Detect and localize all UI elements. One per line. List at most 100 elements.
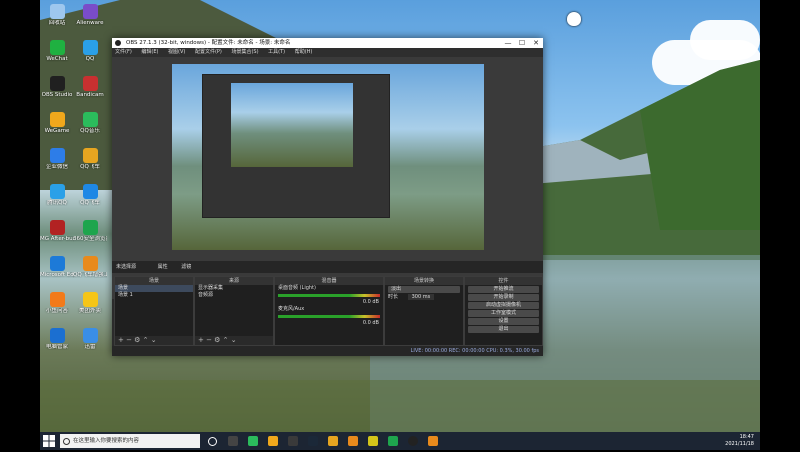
- right-black-bar: [760, 0, 800, 450]
- task-view-icon[interactable]: [228, 436, 238, 446]
- source-item[interactable]: 音频源: [195, 292, 273, 299]
- docks: 场景 场景 场景 1 + − ⚙ ⌃ ⌄ 来源 显示器采集 音频源 + − ⚙ …: [112, 276, 543, 346]
- desktop-pet-icon[interactable]: [567, 12, 581, 26]
- desktop-shortcut[interactable]: 小鱼问答: [40, 292, 74, 314]
- desktop-shortcut[interactable]: QQ飞车: [73, 184, 107, 206]
- app-icon: [82, 40, 98, 55]
- app-taskbar-icon[interactable]: [348, 436, 358, 446]
- app-taskbar-icon[interactable]: [368, 436, 378, 446]
- desktop-shortcut[interactable]: MG After-burner: [40, 220, 74, 242]
- desktop-shortcut[interactable]: Microsoft Edge: [40, 256, 74, 278]
- preview-canvas[interactable]: [172, 64, 484, 250]
- duration-label: 时长: [388, 294, 399, 300]
- sources-dock: 来源 显示器采集 音频源 + − ⚙ ⌃ ⌄: [194, 276, 274, 346]
- desktop-shortcut[interactable]: 美团外卖: [73, 292, 107, 314]
- desktop-shortcut[interactable]: WeChat: [40, 40, 74, 62]
- desktop-shortcut[interactable]: 回收站: [40, 4, 74, 26]
- wechat-taskbar-icon[interactable]: [248, 436, 258, 446]
- filters-button[interactable]: 滤镜: [181, 264, 191, 270]
- desktop-shortcut-label: QQ音乐: [80, 128, 100, 134]
- app-icon: [82, 148, 98, 163]
- clock-date: 2021/11/18: [725, 441, 754, 447]
- close-button[interactable]: ✕: [529, 38, 543, 48]
- desktop-shortcut-label: 小鱼问答: [45, 308, 68, 314]
- menu-file[interactable]: 文件(F): [115, 49, 132, 55]
- cortana-icon[interactable]: [208, 437, 217, 446]
- start-recording-button[interactable]: 开始录制: [468, 294, 539, 301]
- desktop-shortcut-label: QQ飞车增强工具: [73, 272, 107, 278]
- transition-select[interactable]: 淡出: [388, 286, 460, 293]
- app-icon: [49, 220, 65, 235]
- desktop-shortcut-label: WeGame: [44, 128, 70, 134]
- mixer-track-name: 麦克风/Aux: [278, 306, 305, 312]
- duration-field[interactable]: 300 ms: [407, 294, 435, 300]
- status-bar: LIVE: 00:00:00 REC: 00:00:00 CPU: 0.3%, …: [112, 346, 543, 356]
- desktop-shortcut[interactable]: WeGame: [40, 112, 74, 134]
- app-icon: [49, 40, 65, 55]
- desktop-shortcut-label: OBS Studio: [41, 92, 73, 98]
- windows-start-icon[interactable]: [43, 435, 55, 447]
- scenes-dock-toolbar[interactable]: + − ⚙ ⌃ ⌄: [115, 336, 193, 345]
- desktop-shortcut[interactable]: 企业微信: [40, 148, 74, 170]
- maximize-button[interactable]: ☐: [515, 38, 529, 48]
- app-taskbar-icon[interactable]: [388, 436, 398, 446]
- scene-item[interactable]: 场景: [115, 285, 193, 292]
- desktop-shortcut[interactable]: QQ飞车增强工具: [73, 256, 107, 278]
- desktop-shortcut[interactable]: OBS Studio: [40, 76, 74, 98]
- search-placeholder: 在这里输入你要搜索的内容: [73, 438, 140, 444]
- app-taskbar-icon[interactable]: [428, 436, 438, 446]
- menu-profile[interactable]: 配置文件(P): [195, 49, 222, 55]
- app-taskbar-icon[interactable]: [288, 436, 298, 446]
- file-explorer-icon[interactable]: [268, 436, 278, 446]
- properties-button[interactable]: 属性: [158, 264, 168, 270]
- app-icon: [49, 328, 65, 343]
- menu-help[interactable]: 帮助(H): [295, 49, 313, 55]
- app-icon: [82, 184, 98, 199]
- source-item[interactable]: 显示器采集: [195, 285, 273, 292]
- desktop-shortcut[interactable]: 电脑管家: [40, 328, 74, 350]
- app-icon: [82, 4, 98, 19]
- app-icon: [49, 184, 65, 199]
- desktop-shortcut[interactable]: 360安全浏览器: [73, 220, 107, 242]
- menu-scene-collection[interactable]: 场景集合(S): [231, 49, 258, 55]
- app-taskbar-icon[interactable]: [328, 436, 338, 446]
- desktop-shortcut-label: Alienware: [76, 20, 104, 26]
- desktop-shortcut-label: QQ飞车: [80, 164, 100, 170]
- desktop-shortcut-label: QQ飞车: [80, 200, 100, 206]
- scene-item[interactable]: 场景 1: [115, 292, 193, 299]
- desktop-shortcut-label: 迅雷: [84, 344, 96, 350]
- taskbar-search-input[interactable]: 在这里输入你要搜索的内容: [60, 434, 200, 448]
- start-streaming-button[interactable]: 开始推流: [468, 286, 539, 293]
- desktop-shortcut[interactable]: 迅雷: [73, 328, 107, 350]
- mixer-track-level: 0.0 dB: [362, 299, 379, 305]
- desktop-shortcut[interactable]: QQ音乐: [73, 112, 107, 134]
- desktop-shortcut[interactable]: QQ飞车: [73, 148, 107, 170]
- obs-title-bar[interactable]: OBS 27.1.3 (32-bit, windows) - 配置文件: 未命名…: [112, 38, 543, 48]
- desktop-shortcut[interactable]: Alienware: [73, 4, 107, 26]
- taskbar: 在这里输入你要搜索的内容 18:47 2021/11/18: [40, 432, 760, 450]
- minimize-button[interactable]: —: [501, 38, 515, 48]
- studio-mode-button[interactable]: 工作室模式: [468, 310, 539, 317]
- sources-dock-toolbar[interactable]: + − ⚙ ⌃ ⌄: [195, 336, 273, 345]
- nested-obs-capture: [202, 74, 390, 218]
- menu-edit[interactable]: 编辑(E): [141, 49, 158, 55]
- settings-button[interactable]: 设置: [468, 318, 539, 325]
- desktop-shortcut[interactable]: 腾讯QQ: [40, 184, 74, 206]
- app-icon: [49, 292, 65, 307]
- exit-button[interactable]: 退出: [468, 326, 539, 333]
- obs-taskbar-icon[interactable]: [408, 436, 418, 446]
- virtual-camera-button[interactable]: 启动虚拟摄像机: [468, 302, 539, 309]
- transitions-dock: 场景转换 淡出 时长 300 ms: [384, 276, 464, 346]
- mixer-dock: 混音器 桌面音频 (Light) 0.0 dB 麦克风/Aux 0.0 dB: [274, 276, 384, 346]
- desktop-shortcut-label: 美团外卖: [78, 308, 101, 314]
- mixer-dock-title: 混音器: [275, 277, 383, 285]
- app-icon: [82, 328, 98, 343]
- obs-window: OBS 27.1.3 (32-bit, windows) - 配置文件: 未命名…: [112, 38, 543, 356]
- obs-window-title: OBS 27.1.3 (32-bit, windows) - 配置文件: 未命名…: [126, 40, 291, 46]
- desktop-shortcut[interactable]: QQ: [73, 40, 107, 62]
- system-tray[interactable]: 18:47 2021/11/18: [725, 432, 754, 452]
- desktop-shortcut[interactable]: Bandicam: [73, 76, 107, 98]
- menu-tools[interactable]: 工具(T): [268, 49, 285, 55]
- steam-icon[interactable]: [308, 436, 318, 446]
- menu-view[interactable]: 视图(V): [168, 49, 185, 55]
